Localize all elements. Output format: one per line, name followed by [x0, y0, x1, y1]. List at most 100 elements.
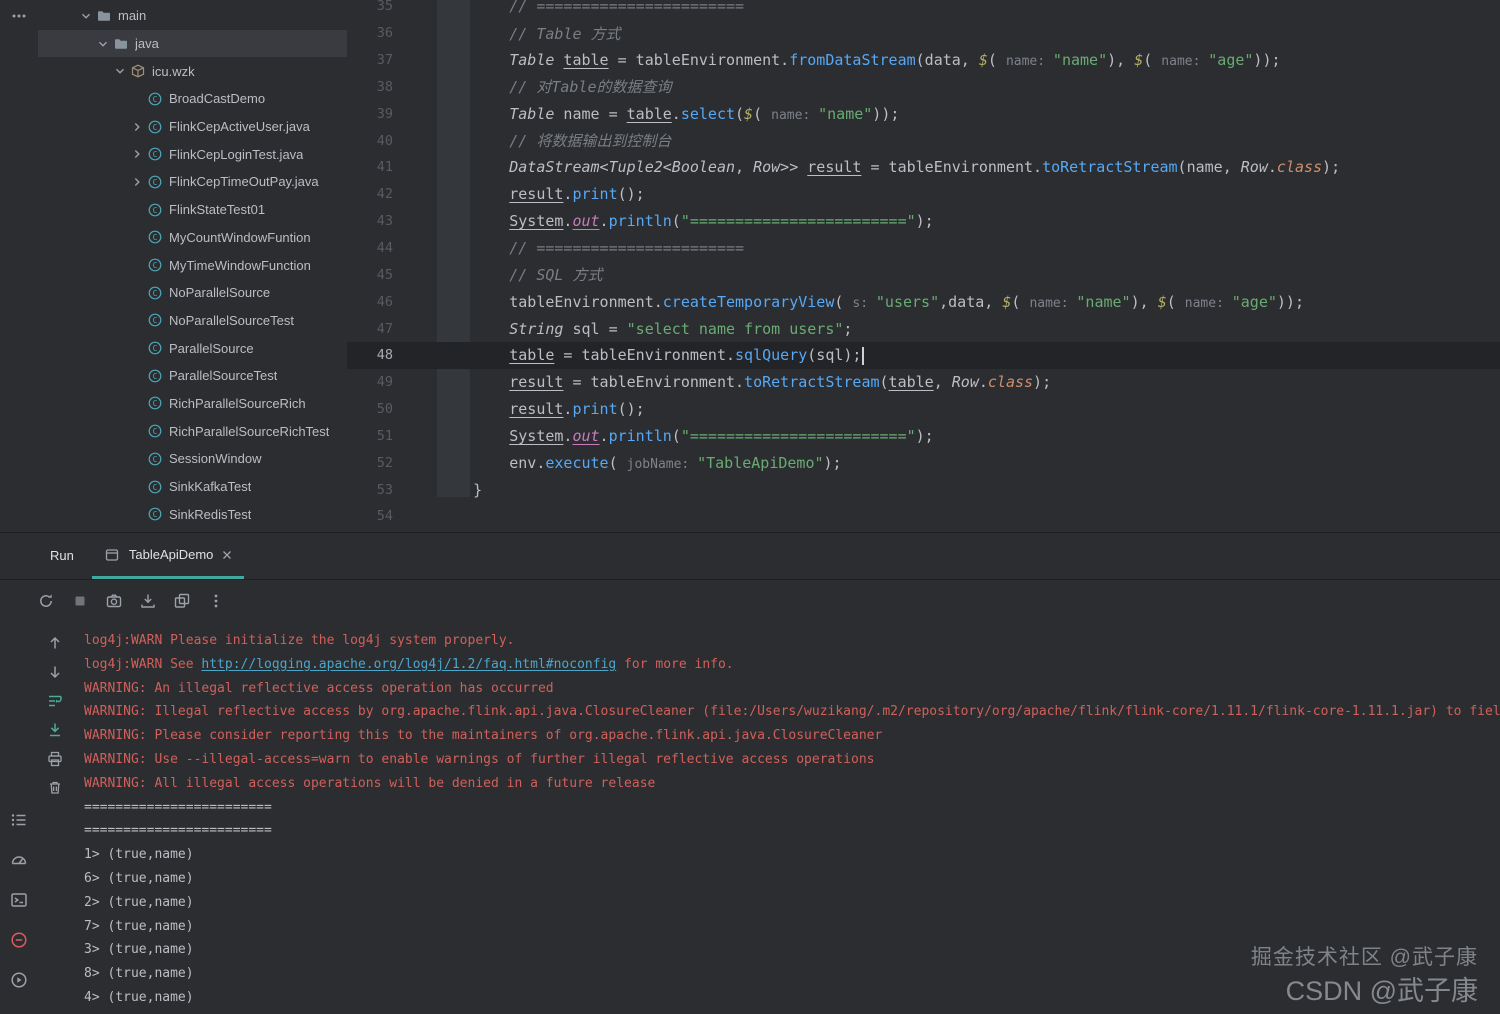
code-text: String sql = "select name from users";: [509, 319, 853, 338]
tree-item-broadcastdemo[interactable]: C BroadCastDemo: [38, 85, 347, 113]
class-icon: C: [147, 146, 163, 162]
svg-text:C: C: [153, 122, 158, 131]
run-tab-bar: Run TableApiDemo: [38, 533, 245, 579]
code-line-37[interactable]: 37 Table table = tableEnvironment.fromDat…: [347, 47, 1500, 74]
run-tab-tableapidemo[interactable]: TableApiDemo: [91, 533, 245, 579]
tree-item-parallelsourcetest[interactable]: C ParallelSourceTest: [38, 362, 347, 390]
profiler-icon[interactable]: [9, 850, 29, 870]
svg-text:C: C: [153, 233, 158, 242]
terminal-icon[interactable]: [9, 890, 29, 910]
tree-item-main[interactable]: main: [38, 2, 347, 30]
dump-icon[interactable]: [138, 591, 158, 611]
svg-text:C: C: [153, 372, 158, 381]
svg-text:C: C: [153, 344, 158, 353]
line-number: 47: [376, 320, 393, 337]
svg-text:C: C: [153, 178, 158, 187]
code-line-45[interactable]: 45 // SQL 方式: [347, 261, 1500, 288]
run-tool-window-title: Run: [50, 548, 74, 563]
code-text: env.execute( jobName: "TableApiDemo");: [509, 453, 842, 472]
chevron-down-icon[interactable]: [78, 8, 94, 24]
console-text: WARNING: Please consider reporting this …: [84, 728, 883, 744]
class-icon: C: [147, 479, 163, 495]
tree-item-sessionwindow[interactable]: C SessionWindow: [38, 445, 347, 473]
code-editor[interactable]: 35 // ======================= 36 // Table 方…: [347, 0, 1500, 532]
line-number: 42: [376, 186, 393, 203]
code-line-36[interactable]: 36 // Table 方式: [347, 20, 1500, 47]
tree-item-flinkcepactiveuser-java[interactable]: C FlinkCepActiveUser.java: [38, 113, 347, 141]
problems-icon[interactable]: [9, 930, 29, 950]
tree-item-richparallelsourcerichtest[interactable]: C RichParallelSourceRichTest: [38, 417, 347, 445]
tree-item-flinkceptimeoutpay-java[interactable]: C FlinkCepTimeOutPay.java: [38, 168, 347, 196]
code-line-50[interactable]: 50 result.print();: [347, 396, 1500, 423]
code-line-42[interactable]: 42 result.print();: [347, 181, 1500, 208]
console-text: log4j:WARN See: [84, 656, 202, 672]
tool-window-bar-top: [0, 6, 38, 26]
code-line-47[interactable]: 47 String sql = "select name from users";: [347, 315, 1500, 342]
tree-item-parallelsource[interactable]: C ParallelSource: [38, 334, 347, 362]
scroll-to-end-icon[interactable]: [45, 720, 65, 740]
snapshots-icon[interactable]: [172, 591, 192, 611]
print-icon[interactable]: [45, 749, 65, 769]
tree-item-label: FlinkCepLoginTest.java: [169, 146, 304, 162]
clear-icon[interactable]: [45, 778, 65, 798]
class-icon: C: [147, 340, 163, 356]
class-icon: C: [147, 119, 163, 135]
line-number: 45: [376, 266, 393, 283]
code-line-49[interactable]: 49 result = tableEnvironment.toRetractStr…: [347, 369, 1500, 396]
code-line-51[interactable]: 51 System.out.println("==================…: [347, 423, 1500, 450]
more-options-icon[interactable]: [206, 591, 226, 611]
code-line-54[interactable]: 54: [347, 503, 1500, 530]
screenshot-icon[interactable]: [104, 591, 124, 611]
tree-item-richparallelsourcerich[interactable]: C RichParallelSourceRich: [38, 390, 347, 418]
chevron-right-icon[interactable]: [129, 174, 145, 190]
soft-wrap-icon[interactable]: [45, 691, 65, 711]
svg-text:C: C: [153, 289, 158, 298]
chevron-down-icon[interactable]: [112, 63, 128, 79]
console-text: WARNING: Illegal reflective access by or…: [84, 704, 1500, 720]
arrow-down-icon[interactable]: [45, 662, 65, 682]
tree-item-mytimewindowfunction[interactable]: C MyTimeWindowFunction: [38, 251, 347, 279]
arrow-up-icon[interactable]: [45, 633, 65, 653]
code-line-43[interactable]: 43 System.out.println("==================…: [347, 208, 1500, 235]
tree-item-flinkceplogintest-java[interactable]: C FlinkCepLoginTest.java: [38, 140, 347, 168]
tab-close-icon[interactable]: [220, 548, 234, 562]
code-line-38[interactable]: 38 // 对Table的数据查询: [347, 74, 1500, 101]
tree-item-sinkkafkatest[interactable]: C SinkKafkaTest: [38, 473, 347, 501]
console-line: WARNING: Please consider reporting this …: [84, 724, 1500, 748]
tree-item-flinkstatetest01[interactable]: C FlinkStateTest01: [38, 196, 347, 224]
chevron-right-icon[interactable]: [129, 146, 145, 162]
code-line-35[interactable]: 35 // =======================: [347, 0, 1500, 20]
code-line-44[interactable]: 44 // =======================: [347, 235, 1500, 262]
tree-item-noparallelsource[interactable]: C NoParallelSource: [38, 279, 347, 307]
class-icon: C: [147, 368, 163, 384]
tree-item-mycountwindowfuntion[interactable]: C MyCountWindowFuntion: [38, 224, 347, 252]
code-line-46[interactable]: 46 tableEnvironment.createTemporaryView( …: [347, 288, 1500, 315]
structure-icon[interactable]: [9, 810, 29, 830]
code-line-52[interactable]: 52 env.execute( jobName: "TableApiDemo");: [347, 449, 1500, 476]
rerun-icon[interactable]: [36, 591, 56, 611]
chevron-down-icon[interactable]: [95, 36, 111, 52]
services-icon[interactable]: [9, 970, 29, 990]
tree-item-icu-wzk[interactable]: icu.wzk: [38, 57, 347, 85]
console-text: 1> (true,name): [84, 847, 194, 863]
tree-item-sinkredistest[interactable]: C SinkRedisTest: [38, 500, 347, 528]
more-tool-windows-icon[interactable]: [9, 6, 29, 26]
code-line-41[interactable]: 41 DataStream<Tuple2<Boolean, Row>> resul…: [347, 154, 1500, 181]
svg-text:C: C: [153, 316, 158, 325]
console-link[interactable]: http://logging.apache.org/log4j/1.2/faq.…: [201, 657, 616, 672]
stop-icon[interactable]: [70, 591, 90, 611]
chevron-right-icon[interactable]: [129, 119, 145, 135]
code-line-39[interactable]: 39 Table name = table.select($( name: "na…: [347, 100, 1500, 127]
tree-item-java[interactable]: java: [38, 29, 347, 58]
code-line-48[interactable]: 48 table = tableEnvironment.sqlQuery(sql)…: [347, 341, 1500, 369]
code-line-53[interactable]: 53}: [347, 476, 1500, 503]
svg-text:C: C: [153, 399, 158, 408]
svg-text:C: C: [153, 261, 158, 270]
code-line-40[interactable]: 40 // 将数据输出到控制台: [347, 127, 1500, 154]
line-number: 37: [376, 52, 393, 69]
tree-item-noparallelsourcetest[interactable]: C NoParallelSourceTest: [38, 307, 347, 335]
